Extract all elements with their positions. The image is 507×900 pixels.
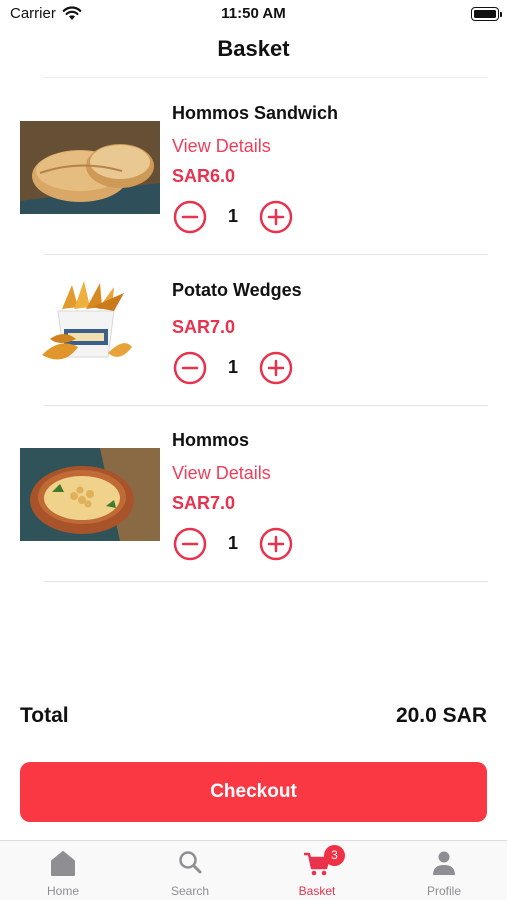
divider xyxy=(44,77,488,78)
tab-profile[interactable]: Profile xyxy=(381,841,507,900)
search-icon xyxy=(179,851,202,874)
decrease-quantity-button[interactable] xyxy=(173,351,207,385)
tab-label: Profile xyxy=(426,884,461,898)
tab-bar: Home Search 3 Basket Profile xyxy=(0,840,507,900)
quantity-value: 1 xyxy=(227,357,238,377)
hommos-image xyxy=(20,448,160,541)
divider xyxy=(44,581,488,582)
decrease-quantity-button[interactable] xyxy=(173,200,207,234)
tab-label: Home xyxy=(46,884,79,898)
page-title: Basket xyxy=(217,36,290,61)
clock: 11:50 AM xyxy=(221,5,286,22)
divider xyxy=(44,254,488,255)
view-details-link[interactable]: View Details xyxy=(172,136,271,157)
tab-search[interactable]: Search xyxy=(127,841,253,900)
person-icon xyxy=(433,851,455,875)
item-price: SAR7.0 xyxy=(172,493,236,513)
tab-home[interactable]: Home xyxy=(0,841,126,900)
battery-icon xyxy=(471,7,502,21)
total-label: Total xyxy=(20,704,69,727)
checkout-button[interactable]: Checkout xyxy=(20,762,487,822)
tab-basket[interactable]: 3 Basket xyxy=(254,841,380,900)
hommos-sandwich-image xyxy=(20,121,160,214)
home-icon xyxy=(51,851,75,876)
increase-quantity-button[interactable] xyxy=(259,200,293,234)
item-name: Hommos Sandwich xyxy=(172,103,339,123)
cart-count-badge: 3 xyxy=(324,845,345,866)
quantity-value: 1 xyxy=(227,206,238,226)
tab-label: Basket xyxy=(298,884,336,898)
tab-label: Search xyxy=(170,884,210,898)
divider xyxy=(44,405,488,406)
potato-wedges-image xyxy=(20,277,160,370)
item-price: SAR7.0 xyxy=(172,317,236,337)
decrease-quantity-button[interactable] xyxy=(173,527,207,561)
item-name: Potato Wedges xyxy=(172,280,302,300)
view-details-link[interactable]: View Details xyxy=(172,463,271,484)
status-bar: Carrier 11:50 AM xyxy=(0,0,507,28)
total-value: 20.0 SAR xyxy=(395,704,487,727)
increase-quantity-button[interactable] xyxy=(259,351,293,385)
increase-quantity-button[interactable] xyxy=(259,527,293,561)
quantity-value: 1 xyxy=(227,533,238,553)
item-price: SAR6.0 xyxy=(172,166,236,186)
item-name: Hommos xyxy=(172,430,250,450)
